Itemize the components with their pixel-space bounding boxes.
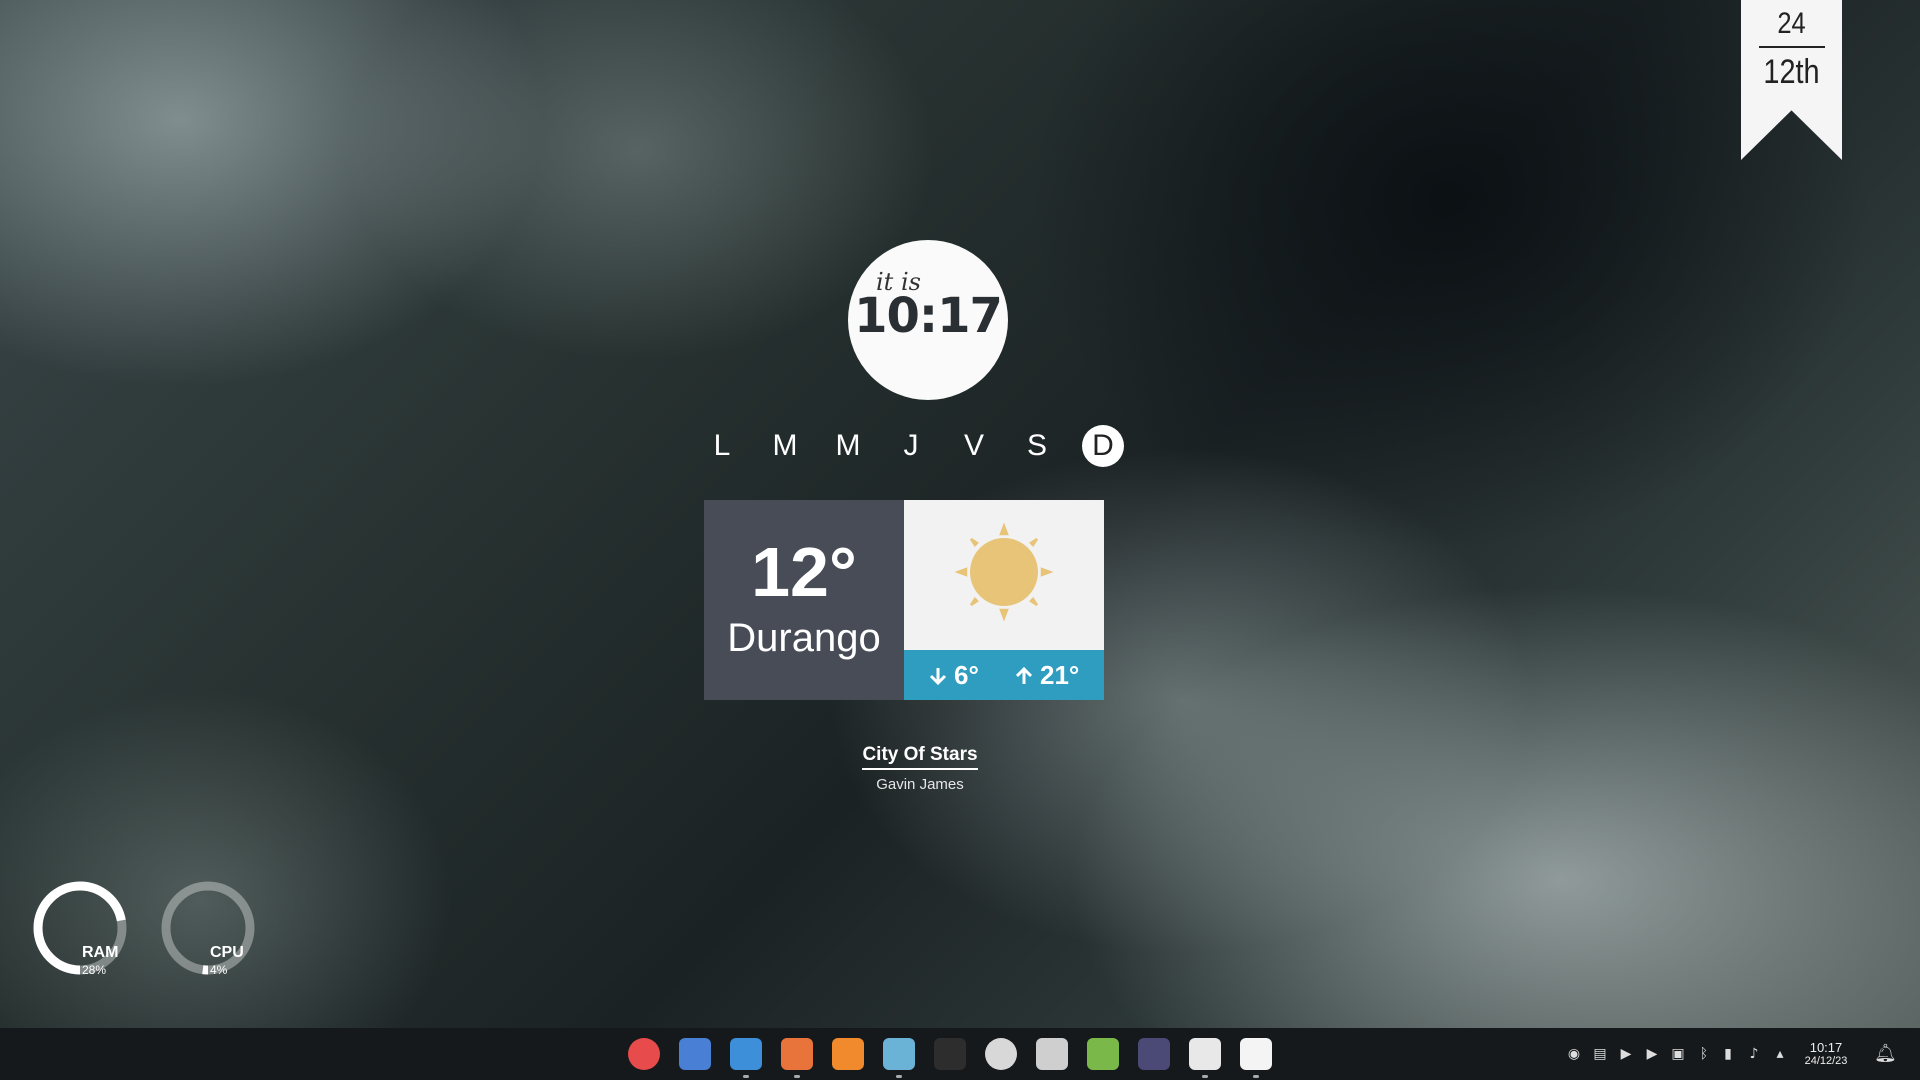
settings-icon[interactable] [985,1038,1017,1070]
code-editor-icon[interactable] [1138,1038,1170,1070]
weather-temperature: 12° [751,533,857,611]
screen-icon[interactable]: ▣ [1670,1046,1686,1062]
sun-icon [954,522,1054,622]
tray-clock[interactable]: 10:17 24/12/23 [1798,1041,1854,1068]
weather-range-bar: 6° 21° [904,650,1104,700]
bell-icon[interactable]: 🔔︎ [1874,1045,1897,1063]
ram-value: 28% [82,963,107,977]
clock-time: 10:17 [854,288,1003,344]
clock-widget: it is 10:17 [848,240,1008,400]
firefox-icon[interactable] [781,1038,813,1070]
weather-low-value: 6° [954,660,979,690]
app-store-icon[interactable] [832,1038,864,1070]
ram-label: RAM [82,944,119,961]
weather-forecast-panel: 6° 21° [904,500,1104,700]
weekday-row: L M M J V S D [700,424,1140,468]
arrow-up-icon [1015,666,1033,684]
running-indicator [1202,1075,1208,1078]
now-playing: City Of Stars Gavin James [820,744,1020,793]
launcher-icon[interactable] [628,1038,660,1070]
running-indicator [1253,1075,1259,1078]
weekday-item: S [1026,429,1047,462]
date-bookmark: 24 12th [1741,0,1842,160]
song-artist: Gavin James [876,776,964,793]
ram-gauge: RAM 28% [30,878,130,978]
weather-city: Durango [727,616,881,660]
song-title: City Of Stars [862,744,978,770]
weather-high: 21° [1014,660,1079,691]
weather-current-panel: 12° Durango [704,500,904,700]
battery-icon[interactable]: ▮ [1720,1046,1736,1062]
clipboard-icon[interactable]: ▤ [1592,1046,1608,1062]
cpu-value: 4% [210,963,228,977]
taskbar: ◉ ▤ ▶ ▶ ▣ ᛒ ▮ ♪ ▴ 10:17 24/12/23 🔔︎ [0,1028,1920,1080]
weather-low: 6° [928,660,979,691]
spotify-icon[interactable] [1087,1038,1119,1070]
text-editor-icon[interactable] [1036,1038,1068,1070]
weekday-item: M [835,429,861,462]
play-icon[interactable]: ▶ [1618,1046,1634,1062]
date-day: 24 [1777,7,1806,40]
ram-gauge-ring [33,881,127,975]
running-indicator [743,1075,749,1078]
running-indicator [794,1075,800,1078]
chevron-up-icon[interactable]: ▴ [1772,1046,1788,1062]
weekday-item: V [963,429,984,462]
weather-high-value: 21° [1040,660,1080,690]
arrow-down-icon [929,668,947,686]
steam-icon[interactable]: ◉ [1566,1046,1582,1062]
weekday-item: J [903,429,919,462]
cpu-gauge-ring [161,881,255,975]
weekday-item: M [772,429,798,462]
notes-icon[interactable] [1189,1038,1221,1070]
weekday-item-active: D [1082,425,1124,467]
terminal-icon[interactable] [934,1038,966,1070]
cpu-label: CPU [210,944,244,961]
bluetooth-icon[interactable]: ᛒ [1696,1046,1712,1062]
date-divider [1758,46,1825,48]
play-icon[interactable]: ▶ [1644,1046,1660,1062]
weekday-item: L [713,429,731,462]
tray-date: 24/12/23 [1804,1055,1848,1067]
image-viewer-icon[interactable] [883,1038,915,1070]
tray-time: 10:17 [1809,1040,1843,1055]
workspace-icon[interactable] [679,1038,711,1070]
volume-icon[interactable]: ♪ [1746,1046,1762,1062]
date-month: 12th [1763,53,1820,91]
files-icon[interactable] [730,1038,762,1070]
clock-app-icon[interactable] [1240,1038,1272,1070]
cpu-gauge: CPU 4% [158,878,258,978]
running-indicator [896,1075,902,1078]
